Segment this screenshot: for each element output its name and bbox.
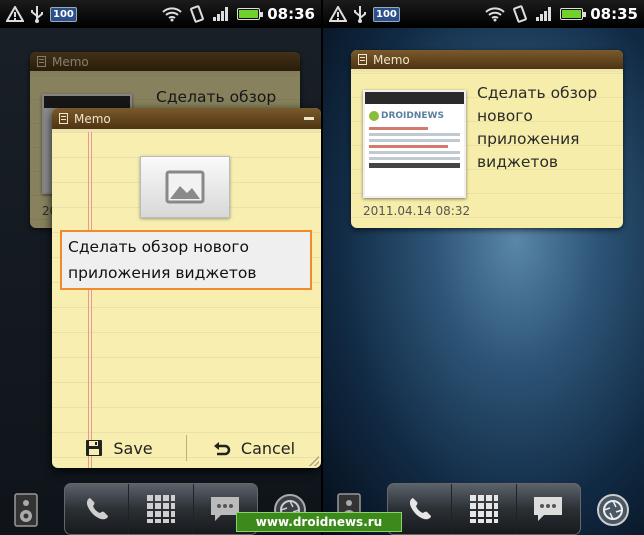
rotate-icon <box>513 5 528 23</box>
memo-text-input[interactable]: Сделать обзор нового приложения виджетов <box>60 230 312 290</box>
widget-note-text: Сделать обзор нового приложения виджетов <box>477 84 598 171</box>
signal-icon <box>536 7 552 21</box>
usb-icon <box>31 6 43 23</box>
status-bar: 100 08:35 <box>323 0 644 28</box>
speaker-button[interactable] <box>14 493 38 531</box>
thumb-site-logo: DROIDNEWS <box>369 108 460 124</box>
status-clock: 08:35 <box>590 5 638 23</box>
dock-bar <box>387 483 581 535</box>
app-drawer-button[interactable] <box>452 484 517 534</box>
battery-icon <box>560 8 587 20</box>
margin-line <box>88 132 89 468</box>
message-icon <box>534 497 563 521</box>
memo-widget[interactable]: Memo DROIDNEWS Сделать обзор нового прил… <box>351 50 623 228</box>
messages-button[interactable] <box>517 484 580 534</box>
left-screen: Memo Сделать обзор 201 Memo Сделать обзо… <box>0 0 321 535</box>
memo-header: Memo <box>351 50 623 72</box>
speaker-icon <box>14 493 38 527</box>
battery-icon <box>237 8 264 20</box>
right-screen: Memo DROIDNEWS Сделать обзор нового прил… <box>323 0 644 535</box>
note-icon <box>358 54 367 65</box>
battery-percent-badge: 100 <box>50 6 77 22</box>
thumb-logo-text: DROIDNEWS <box>381 111 444 121</box>
grid-icon <box>146 495 175 523</box>
phone-button[interactable] <box>65 484 130 534</box>
usb-icon <box>354 6 366 23</box>
memo-title: Memo <box>373 52 410 67</box>
battery-percent-badge: 100 <box>373 6 400 22</box>
watermark-banner: www.droidnews.ru <box>236 512 402 532</box>
dialog-header: Memo <box>52 108 321 132</box>
dialog-actions: Save Cancel <box>52 428 321 468</box>
app-drawer-button[interactable] <box>129 484 194 534</box>
widget-date: 2011.04.14 08:32 <box>363 204 471 218</box>
image-icon <box>165 170 205 204</box>
phone-icon <box>409 498 431 520</box>
note-icon <box>59 113 68 124</box>
phone-icon <box>86 498 108 520</box>
wifi-icon <box>162 7 182 22</box>
save-label: Save <box>113 438 153 458</box>
widget-thumbnail: DROIDNEWS <box>363 90 466 198</box>
wifi-icon <box>485 7 505 22</box>
cancel-label: Cancel <box>240 438 296 458</box>
camera-shutter-icon <box>597 494 629 526</box>
save-icon <box>86 440 103 456</box>
grid-icon <box>469 495 498 523</box>
warning-icon <box>329 6 347 22</box>
resize-grip-icon[interactable] <box>309 456 319 466</box>
thumb-site-bar <box>365 92 464 104</box>
dialog-title: Memo <box>74 111 111 126</box>
undo-icon <box>213 442 231 456</box>
dock-bar <box>64 483 258 535</box>
signal-icon <box>213 7 229 21</box>
memo-dialog: Memo Сделать обзор нового приложения вид… <box>52 108 321 468</box>
minimize-button[interactable] <box>304 117 314 120</box>
rotate-icon <box>190 5 205 23</box>
status-clock: 08:36 <box>267 5 315 23</box>
save-button[interactable]: Save <box>52 439 186 458</box>
logo-dot-icon <box>369 111 379 121</box>
add-image-button[interactable] <box>140 156 230 218</box>
camera-button[interactable] <box>596 493 630 531</box>
margin-line <box>91 132 92 468</box>
status-bar: 100 08:36 <box>0 0 321 28</box>
warning-icon <box>6 6 24 22</box>
cancel-button[interactable]: Cancel <box>187 439 321 458</box>
